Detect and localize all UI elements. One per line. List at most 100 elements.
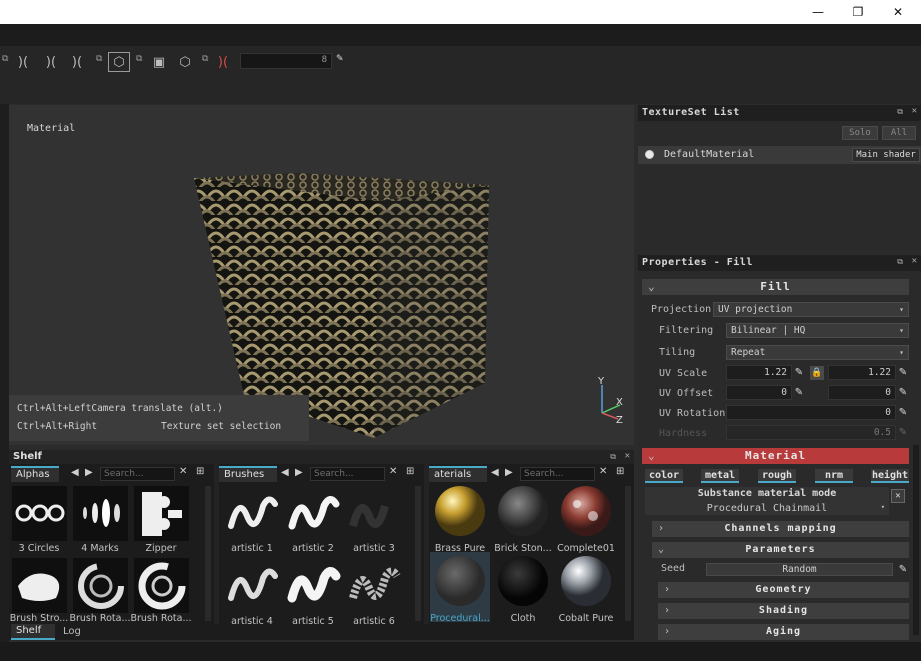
substance-material-box[interactable]: Substance material mode Procedural Chain… (645, 487, 889, 515)
popout-icon-2[interactable]: ⧉ (96, 54, 106, 68)
maximize-button[interactable]: ❐ (838, 0, 878, 24)
hardness-field[interactable]: 0.5 (726, 425, 896, 440)
channels-mapping-header[interactable]: › Channels mapping (652, 521, 909, 537)
parameters-header[interactable]: ⌄ Parameters (652, 542, 909, 558)
alpha-thumb-4-marks[interactable] (73, 486, 128, 541)
alpha-thumb-zipper[interactable] (134, 486, 189, 541)
brush-thumb-artistic-3[interactable] (347, 486, 402, 541)
material-thumb-procedural[interactable] (433, 554, 488, 609)
material-thumb-brass[interactable] (433, 484, 488, 539)
lock-icon[interactable]: 🔒 (810, 366, 824, 380)
seed-random-button[interactable]: Random (706, 563, 893, 576)
clear-search-icon[interactable]: ✕ (179, 466, 187, 477)
alphas-search-input[interactable]: Search... (100, 467, 175, 481)
material-thumb-brick-stone[interactable] (496, 484, 551, 539)
channel-height-toggle[interactable]: height (871, 469, 909, 483)
nav-left-icon[interactable]: ◀ (281, 467, 289, 478)
solo-button[interactable]: Solo (842, 126, 878, 140)
panel-close-icon-3[interactable]: ✕ (625, 451, 630, 461)
alpha-thumb-brush-stroke[interactable] (12, 558, 67, 613)
material-section-header[interactable]: ⌄ Material (642, 448, 909, 464)
symmetry-icon[interactable]: )( (12, 52, 34, 72)
nav-right-icon[interactable]: ▶ (505, 467, 513, 478)
shading-header[interactable]: › Shading (658, 603, 909, 619)
textureset-radio-icon[interactable] (645, 150, 654, 159)
brush-thumb-artistic-2[interactable] (286, 486, 341, 541)
grid-view-icon[interactable]: ⊞ (406, 466, 414, 477)
lazy-mouse-distance-field[interactable]: 8 (240, 53, 332, 69)
nav-right-icon[interactable]: ▶ (295, 467, 303, 478)
panel-close-icon[interactable]: ✕ (912, 106, 917, 116)
popout-icon[interactable]: ⧉ (2, 54, 12, 68)
materials-search-input[interactable]: Search... (520, 467, 595, 481)
channel-rough-toggle[interactable]: rough (758, 469, 796, 483)
cube-icon[interactable]: ⬡ (174, 52, 196, 72)
alphas-scrollbar[interactable] (205, 486, 211, 621)
popout-icon-4[interactable]: ⧉ (202, 54, 212, 68)
material-thumb-complete01[interactable] (559, 484, 614, 539)
brushes-scrollbar[interactable] (415, 486, 421, 621)
panel-float-icon[interactable]: ⧉ (897, 107, 903, 117)
popout-icon-3[interactable]: ⧉ (136, 54, 146, 68)
nav-right-icon[interactable]: ▶ (85, 467, 93, 478)
aging-header[interactable]: › Aging (658, 624, 909, 640)
mirror-split-icon[interactable]: )( (66, 52, 88, 72)
pencil-icon[interactable]: ✎ (793, 386, 805, 400)
pencil-icon[interactable]: ✎ (897, 426, 909, 440)
uv-rotation-field[interactable]: 0 (726, 405, 896, 420)
tab-alphas[interactable]: Alphas (11, 466, 59, 482)
properties-scrollbar[interactable] (913, 445, 919, 635)
uv-offset-u-field[interactable]: 0 (726, 385, 792, 400)
tab-shelf[interactable]: Shelf (11, 624, 55, 640)
alpha-thumb-brush-rotate-1[interactable] (73, 558, 128, 613)
brush-thumb-artistic-1[interactable] (225, 486, 280, 541)
tiling-dropdown[interactable]: Repeat ▾ (726, 345, 909, 360)
alpha-thumb-brush-rotate-2[interactable] (134, 558, 189, 613)
material-thumb-cobalt[interactable] (559, 554, 614, 609)
channel-nrm-toggle[interactable]: nrm (815, 469, 853, 483)
material-thumb-cloth[interactable] (496, 554, 551, 609)
dropdown-arrow-icon[interactable]: ▾ (881, 503, 885, 511)
minimize-button[interactable]: — (798, 0, 838, 24)
close-button[interactable]: ✕ (878, 0, 918, 24)
pencil-icon[interactable]: ✎ (897, 563, 909, 577)
uv-offset-v-field[interactable]: 0 (828, 385, 896, 400)
uv-scale-u-field[interactable]: 1.22 (726, 365, 792, 380)
grid-view-icon[interactable]: ⊞ (616, 466, 624, 477)
projection-dropdown[interactable]: UV projection ▾ (713, 302, 909, 317)
panel-close-icon-2[interactable]: ✕ (912, 256, 917, 266)
nav-left-icon[interactable]: ◀ (71, 467, 79, 478)
brush-thumb-artistic-5[interactable] (286, 558, 341, 613)
pencil-icon[interactable]: ✎ (336, 54, 346, 68)
cube-view-icon[interactable]: ⬡ (108, 52, 130, 72)
nav-left-icon[interactable]: ◀ (491, 467, 499, 478)
brushes-search-input[interactable]: Search... (310, 467, 385, 481)
materials-scrollbar[interactable] (625, 486, 631, 621)
grid-view-icon[interactable]: ⊞ (196, 466, 204, 477)
alpha-thumb-3-circles[interactable] (12, 486, 67, 541)
tab-log[interactable]: Log (63, 626, 81, 637)
clear-search-icon[interactable]: ✕ (389, 466, 397, 477)
geometry-header[interactable]: › Geometry (658, 582, 909, 598)
camera-icon[interactable]: ▣ (148, 52, 170, 72)
fill-section-header[interactable]: ⌄ Fill (642, 279, 909, 295)
pencil-icon[interactable]: ✎ (897, 386, 909, 400)
pencil-icon[interactable]: ✎ (897, 406, 909, 420)
pencil-icon[interactable]: ✎ (897, 366, 909, 380)
clear-search-icon[interactable]: ✕ (599, 466, 607, 477)
lazy-mouse-icon[interactable]: )( (212, 52, 234, 72)
tab-brushes[interactable]: Brushes (219, 466, 277, 482)
brush-thumb-artistic-6[interactable] (347, 558, 402, 613)
shader-selector[interactable]: Main shader (852, 148, 920, 162)
mirror-icon[interactable]: )( (40, 52, 62, 72)
remove-material-icon[interactable]: ✕ (891, 489, 905, 503)
brush-thumb-artistic-4[interactable] (225, 558, 280, 613)
channel-metal-toggle[interactable]: metal (701, 469, 739, 483)
filtering-dropdown[interactable]: Bilinear | HQ ▾ (726, 323, 909, 338)
tab-materials[interactable]: aterials (429, 466, 487, 482)
channel-color-toggle[interactable]: color (645, 469, 683, 483)
textureset-row[interactable]: DefaultMaterial Main shader (638, 146, 921, 164)
all-button[interactable]: All (882, 126, 916, 140)
panel-float-icon-3[interactable]: ⧉ (610, 452, 616, 462)
panel-float-icon-2[interactable]: ⧉ (897, 257, 903, 267)
